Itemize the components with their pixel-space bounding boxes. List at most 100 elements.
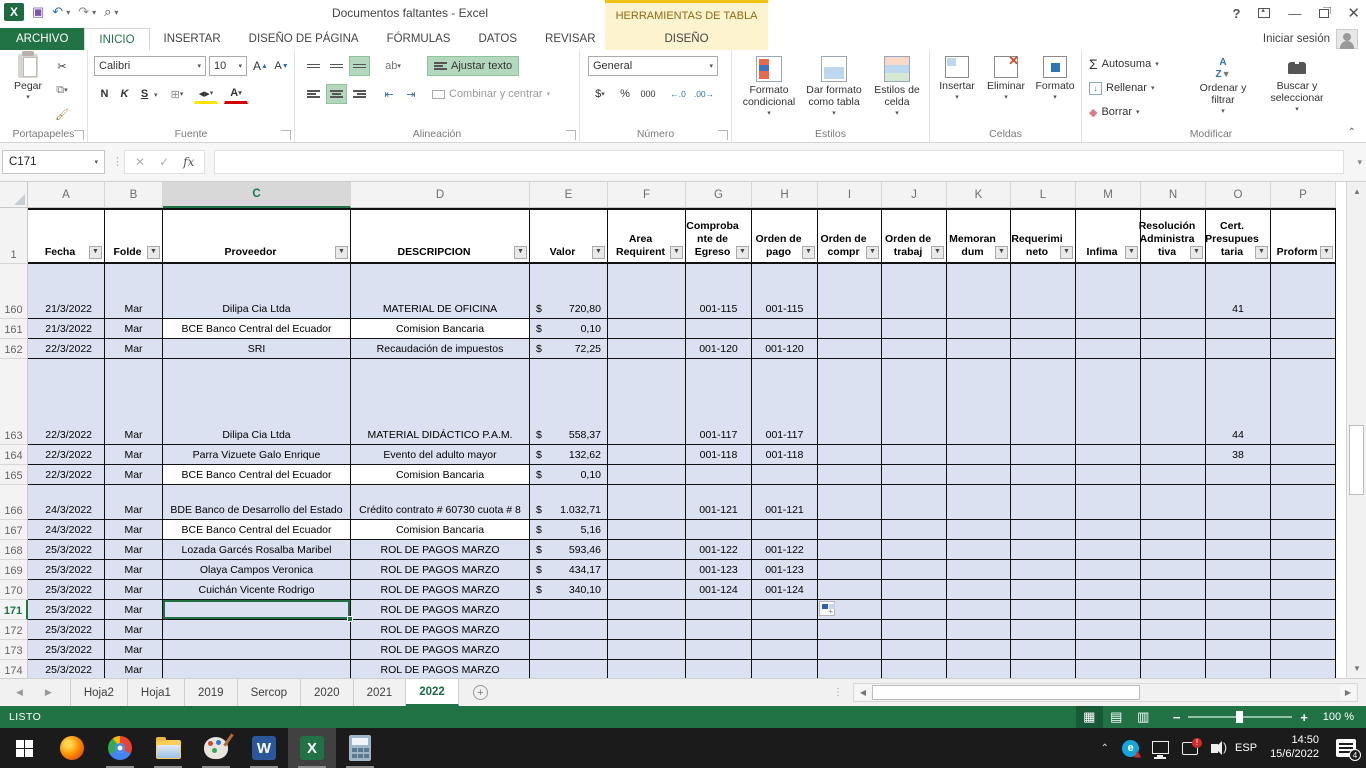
- taskbar-excel-active[interactable]: X: [288, 728, 336, 768]
- cell-N160[interactable]: [1141, 264, 1206, 319]
- row-header-162[interactable]: 162: [0, 339, 28, 359]
- borders-icon[interactable]: ⊞▾: [166, 84, 188, 104]
- cell-C162[interactable]: SRI: [163, 339, 351, 359]
- cell-I171[interactable]: [818, 600, 882, 620]
- cell-G171[interactable]: [686, 600, 752, 620]
- tab-archivo[interactable]: ARCHIVO: [0, 28, 84, 50]
- cell-N169[interactable]: [1141, 560, 1206, 580]
- cell-F163[interactable]: [608, 359, 686, 445]
- cell-D165[interactable]: Comision Bancaria: [351, 465, 530, 485]
- column-header-D[interactable]: D: [351, 182, 530, 208]
- cell-C164[interactable]: Parra Vizuete Galo Enrique: [163, 445, 351, 465]
- cell-K172[interactable]: [947, 620, 1011, 640]
- save-icon[interactable]: ▣: [32, 4, 44, 20]
- taskbar-file-explorer[interactable]: [144, 728, 192, 768]
- antivirus-tray-icon[interactable]: e: [1122, 740, 1139, 757]
- cell-A173[interactable]: 25/3/2022: [28, 640, 105, 660]
- sheet-tab-sercop[interactable]: Sercop: [238, 679, 301, 706]
- cell-J166[interactable]: [882, 485, 947, 520]
- cell-L164[interactable]: [1011, 445, 1076, 465]
- cell-P174[interactable]: [1271, 660, 1336, 678]
- cell-P161[interactable]: [1271, 319, 1336, 339]
- start-button[interactable]: [0, 728, 48, 768]
- cancel-entry-icon[interactable]: ✕: [135, 155, 145, 169]
- cell-L173[interactable]: [1011, 640, 1076, 660]
- cell-H162[interactable]: 001-120: [752, 339, 818, 359]
- tab-datos[interactable]: DATOS: [464, 28, 531, 50]
- increase-font-icon[interactable]: A▲: [251, 56, 270, 76]
- clear-button[interactable]: ◆ Borrar▾: [1088, 102, 1141, 122]
- cell-E167[interactable]: $5,16: [530, 520, 608, 540]
- cell-N161[interactable]: [1141, 319, 1206, 339]
- cell-J168[interactable]: [882, 540, 947, 560]
- scroll-down-icon[interactable]: ▼: [1348, 660, 1366, 677]
- format-painter-icon[interactable]: 🖌: [54, 104, 70, 124]
- cell-N168[interactable]: [1141, 540, 1206, 560]
- cell-B168[interactable]: Mar: [105, 540, 163, 560]
- scroll-left-icon[interactable]: ◀: [855, 685, 871, 700]
- align-top-icon[interactable]: [303, 56, 324, 76]
- cell-A174[interactable]: 25/3/2022: [28, 660, 105, 678]
- cell-C167[interactable]: BCE Banco Central del Ecuador: [163, 520, 351, 540]
- cell-J172[interactable]: [882, 620, 947, 640]
- sheet-tab-2022[interactable]: 2022: [406, 679, 459, 706]
- sheet-nav-left-icon[interactable]: ◀: [16, 687, 23, 698]
- delete-cells-button[interactable]: Eliminar▾: [982, 56, 1030, 102]
- cell-B161[interactable]: Mar: [105, 319, 163, 339]
- cell-B160[interactable]: Mar: [105, 264, 163, 319]
- zoom-out-icon[interactable]: −: [1173, 710, 1181, 725]
- decrease-font-icon[interactable]: A▼: [272, 56, 291, 76]
- scroll-right-icon[interactable]: ▶: [1340, 685, 1356, 700]
- cell-J167[interactable]: [882, 520, 947, 540]
- cell-K173[interactable]: [947, 640, 1011, 660]
- excel-logo-icon[interactable]: X: [4, 3, 24, 21]
- formula-bar-splitter[interactable]: ⋮: [112, 155, 123, 168]
- taskbar-clock[interactable]: 14:50 15/6/2022: [1270, 734, 1319, 762]
- cell-M168[interactable]: [1076, 540, 1141, 560]
- filter-icon-P[interactable]: ▼: [1320, 246, 1333, 259]
- page-layout-view-icon[interactable]: ▤: [1103, 706, 1130, 728]
- row-header-161[interactable]: 161: [0, 319, 28, 339]
- cell-D166[interactable]: Crédito contrato # 60730 cuota # 8: [351, 485, 530, 520]
- cell-D163[interactable]: MATERIAL DIDÁCTICO P.A.M.: [351, 359, 530, 445]
- taskbar-word[interactable]: W: [240, 728, 288, 768]
- zoom-in-icon[interactable]: +: [1300, 710, 1308, 725]
- cell-K168[interactable]: [947, 540, 1011, 560]
- cell-F174[interactable]: [608, 660, 686, 678]
- cell-P162[interactable]: [1271, 339, 1336, 359]
- cut-icon[interactable]: ✂: [54, 56, 70, 76]
- horizontal-scroll-thumb[interactable]: [872, 685, 1140, 700]
- cell-J165[interactable]: [882, 465, 947, 485]
- column-header-O[interactable]: O: [1206, 182, 1271, 208]
- tab-diseño-de-página[interactable]: DISEÑO DE PÁGINA: [235, 28, 373, 50]
- sheet-tab-2019[interactable]: 2019: [185, 679, 238, 706]
- cell-P172[interactable]: [1271, 620, 1336, 640]
- cell-E169[interactable]: $434,17: [530, 560, 608, 580]
- redo-icon[interactable]: ↷: [78, 4, 89, 20]
- cell-F161[interactable]: [608, 319, 686, 339]
- cell-A169[interactable]: 25/3/2022: [28, 560, 105, 580]
- cell-C171[interactable]: [163, 600, 351, 620]
- cell-N162[interactable]: [1141, 339, 1206, 359]
- cell-F172[interactable]: [608, 620, 686, 640]
- cell-B170[interactable]: Mar: [105, 580, 163, 600]
- cell-N166[interactable]: [1141, 485, 1206, 520]
- fill-color-icon[interactable]: ◂▸▾: [194, 84, 218, 104]
- cell-A161[interactable]: 21/3/2022: [28, 319, 105, 339]
- cell-N174[interactable]: [1141, 660, 1206, 678]
- column-header-J[interactable]: J: [882, 182, 947, 208]
- underline-dropdown-icon[interactable]: ▾: [154, 91, 158, 99]
- cell-C174[interactable]: [163, 660, 351, 678]
- cell-J170[interactable]: [882, 580, 947, 600]
- align-middle-icon[interactable]: [326, 56, 347, 76]
- filter-icon-O[interactable]: ▼: [1255, 246, 1268, 259]
- cell-E165[interactable]: $0,10: [530, 465, 608, 485]
- cell-E160[interactable]: $720,80: [530, 264, 608, 319]
- cell-O168[interactable]: [1206, 540, 1271, 560]
- align-left-icon[interactable]: [303, 84, 324, 104]
- cell-K165[interactable]: [947, 465, 1011, 485]
- column-header-C[interactable]: C: [163, 182, 351, 208]
- cell-L170[interactable]: [1011, 580, 1076, 600]
- cell-F164[interactable]: [608, 445, 686, 465]
- cell-E170[interactable]: $340,10: [530, 580, 608, 600]
